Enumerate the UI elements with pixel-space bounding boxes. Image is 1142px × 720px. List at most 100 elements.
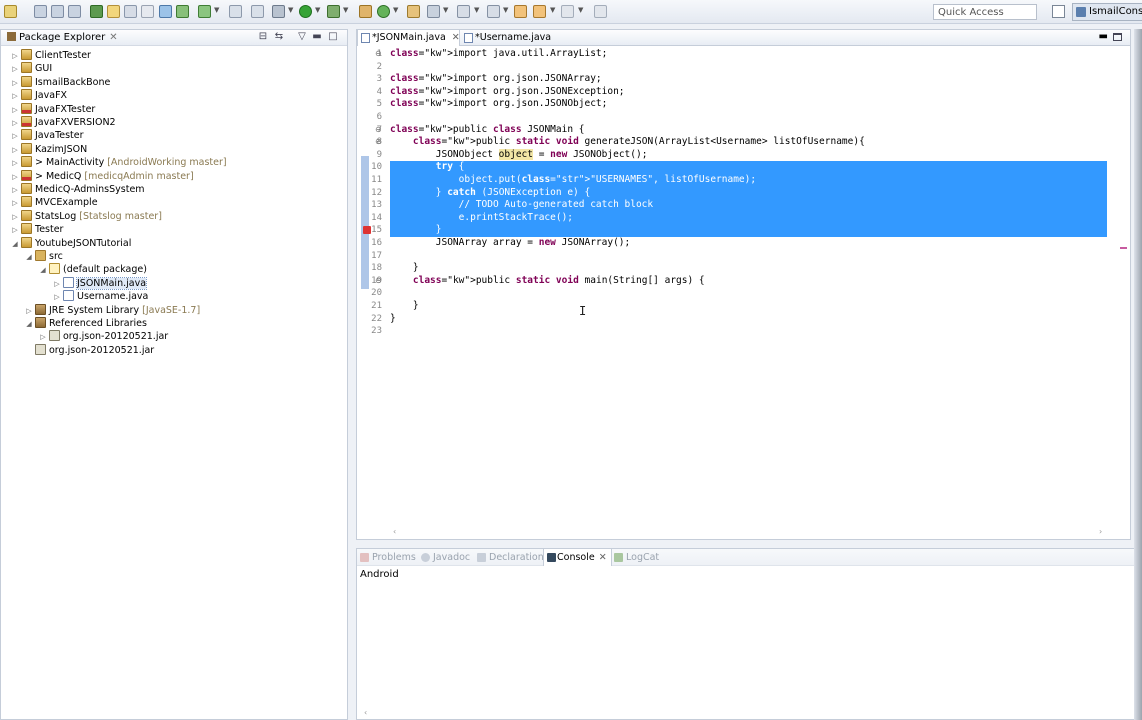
tree-item[interactable]: ◢ Referenced Libraries (25, 317, 147, 330)
code-line[interactable]: } (390, 300, 1107, 313)
tree-item[interactable]: ◢ src (25, 250, 63, 263)
code-line[interactable]: class="kw">public static void main(Strin… (390, 275, 1107, 288)
tree-item[interactable]: ▷ MVCExample (11, 196, 98, 209)
expanded-arrow-icon[interactable]: ◢ (39, 264, 47, 277)
code-line[interactable]: class="kw">import java.util.ArrayList; (390, 48, 1107, 61)
console-horizontal-scrollbar[interactable]: ‹ (357, 707, 1141, 719)
forward-icon[interactable] (561, 5, 574, 18)
expand-arrow-icon[interactable]: ▷ (11, 171, 19, 184)
tree-item[interactable]: ▷ ClientTester (11, 49, 91, 62)
code-text[interactable]: class="kw">import java.util.ArrayList; cl… (390, 47, 1107, 517)
close-icon[interactable]: ✕ (599, 552, 607, 563)
fold-icon[interactable]: ⊖ (375, 138, 383, 146)
tab-problems[interactable]: Problems (359, 549, 416, 566)
expanded-arrow-icon[interactable]: ◢ (25, 251, 33, 264)
code-line[interactable]: } (390, 224, 1107, 237)
tree-item[interactable]: ▷ KazimJSON (11, 142, 87, 157)
minimize-icon[interactable]: ▬ (1099, 32, 1108, 42)
expand-arrow-icon[interactable]: ▷ (53, 278, 61, 291)
code-line[interactable] (390, 325, 1107, 338)
close-icon[interactable]: ✕ (109, 32, 117, 43)
android-test-icon[interactable] (176, 5, 189, 18)
new-java-project-icon[interactable] (359, 5, 372, 18)
scroll-left-icon[interactable]: ‹ (364, 708, 367, 717)
expand-arrow-icon[interactable]: ▷ (11, 197, 19, 210)
tree-item[interactable]: ▷ > MedicQ [medicqAdmin master] (11, 169, 194, 184)
open-type-icon[interactable] (407, 5, 420, 18)
tree-item[interactable]: ▷ JavaFXVERSION2 (11, 116, 116, 129)
tree-item[interactable]: ▷ Username.java (53, 290, 148, 303)
code-line[interactable]: JSONObject object = new JSONObject(); (390, 148, 1107, 162)
chevron-down-icon[interactable]: ▼ (474, 6, 479, 14)
tree-item[interactable]: ▷ Tester (11, 223, 63, 236)
expand-arrow-icon[interactable]: ▷ (11, 117, 19, 130)
pin-icon[interactable] (251, 5, 264, 18)
quick-access-input[interactable]: Quick Access (933, 4, 1037, 20)
next-annotation-icon[interactable] (457, 5, 470, 18)
expand-arrow-icon[interactable]: ▷ (25, 305, 33, 318)
maximize-icon[interactable] (1113, 33, 1122, 41)
new-icon[interactable] (4, 5, 17, 18)
scroll-right-icon[interactable]: › (1099, 527, 1102, 536)
coverage-icon[interactable] (327, 5, 340, 18)
tab-javadoc[interactable]: Javadoc (420, 549, 470, 566)
perspective-button[interactable]: IsmailCons (1072, 3, 1142, 21)
expand-arrow-icon[interactable]: ▷ (11, 130, 19, 143)
expand-arrow-icon[interactable]: ▷ (11, 104, 19, 117)
pin-editor-icon[interactable] (594, 5, 607, 18)
new-class-icon[interactable] (377, 5, 390, 18)
code-line[interactable]: // TODO Auto-generated catch block (390, 199, 1107, 212)
back-icon[interactable] (514, 5, 527, 18)
tab-logcat[interactable]: LogCat (613, 549, 659, 566)
save-all-icon[interactable] (51, 5, 64, 18)
code-line[interactable]: JSONArray array = new JSONArray(); (390, 237, 1107, 250)
open-perspective-icon[interactable] (1052, 5, 1065, 18)
code-line[interactable]: try { (390, 161, 1107, 174)
fold-icon[interactable]: ⊖ (375, 50, 383, 58)
save-icon[interactable] (34, 5, 47, 18)
expand-arrow-icon[interactable]: ▷ (11, 63, 19, 76)
view-menu-icon[interactable]: ▽ (297, 32, 307, 42)
tree-item[interactable]: ▷ MedicQ-AdminsSystem (11, 183, 145, 196)
code-line[interactable] (390, 61, 1107, 74)
code-line[interactable] (390, 111, 1107, 124)
minimize-icon[interactable]: ▬ (312, 32, 322, 42)
tree-item[interactable]: ▷ JSONMain.java (53, 276, 148, 291)
code-line[interactable] (390, 250, 1107, 263)
tab-username[interactable]: *Username.java (461, 30, 551, 46)
code-line[interactable]: class="kw">import org.json.JSONArray; (390, 73, 1107, 86)
fold-icon[interactable]: ⊖ (375, 276, 383, 285)
code-line[interactable]: } catch (JSONException e) { (390, 186, 1107, 200)
code-line[interactable]: } (390, 313, 1107, 326)
tree-item[interactable]: ▷ JavaFXTester (11, 102, 95, 117)
code-line[interactable]: class="kw">import org.json.JSONException… (390, 86, 1107, 99)
print-icon[interactable] (68, 5, 81, 18)
scroll-left-icon[interactable]: ‹ (393, 527, 396, 536)
chevron-down-icon[interactable]: ▼ (315, 6, 320, 14)
error-icon[interactable] (363, 226, 371, 235)
tree-item[interactable]: ▷ IsmailBackBone (11, 75, 110, 89)
last-edit-icon[interactable] (533, 5, 546, 18)
expand-arrow-icon[interactable]: ▷ (11, 211, 19, 224)
expand-arrow-icon[interactable]: ▷ (39, 331, 47, 344)
code-line[interactable]: class="kw">public static void generateJS… (390, 136, 1107, 149)
chevron-down-icon[interactable]: ▼ (288, 6, 293, 14)
tree-item[interactable]: org.json-20120521.jar (25, 343, 154, 357)
collapse-all-icon[interactable]: ⊟ (258, 32, 268, 42)
maximize-icon[interactable]: □ (328, 32, 338, 42)
tab-package-explorer[interactable]: Package Explorer ✕ (7, 32, 118, 43)
tree-item[interactable]: ◢ YoutubeJSONTutorial (11, 236, 131, 250)
expand-arrow-icon[interactable]: ▷ (11, 144, 19, 157)
expand-arrow-icon[interactable]: ▷ (11, 50, 19, 63)
search-icon[interactable] (427, 5, 440, 18)
tab-console[interactable]: Console ✕ (543, 549, 612, 566)
highlight-icon[interactable] (107, 5, 120, 18)
code-line[interactable]: class="kw">import org.json.JSONObject; (390, 98, 1107, 111)
expand-arrow-icon[interactable]: ▷ (11, 90, 19, 103)
expand-arrow-icon[interactable]: ▷ (11, 224, 19, 237)
tree-item[interactable]: ▷ StatsLog [Statslog master] (11, 209, 162, 224)
chevron-down-icon[interactable]: ▼ (443, 6, 448, 14)
task-icon[interactable] (198, 5, 211, 18)
tree-item[interactable]: ◢ (default package) (39, 263, 147, 276)
code-line[interactable] (390, 287, 1107, 300)
